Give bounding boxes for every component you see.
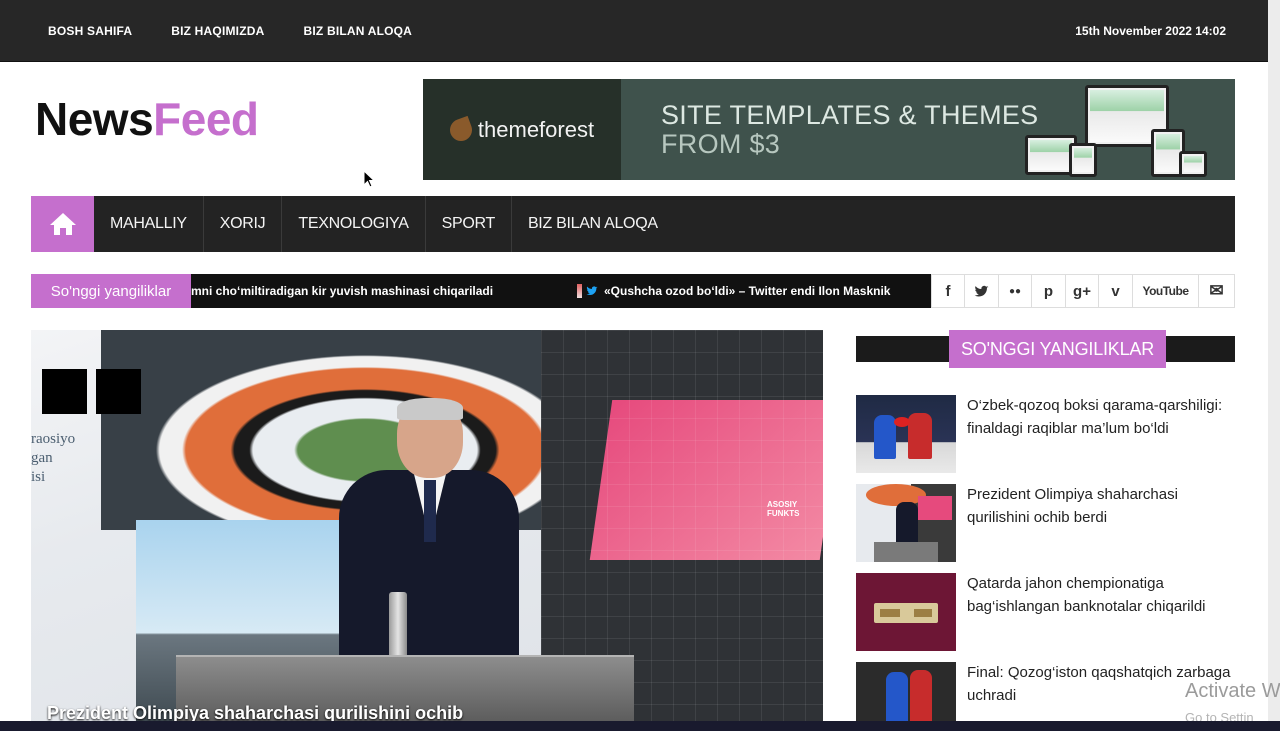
top-bar: BOSH SAHIFA BIZ HAQIMIZDA BIZ BILAN ALOQ… — [0, 0, 1268, 62]
hero-side-text: raosiyo gan isi — [31, 430, 75, 487]
hero-side-text-line: isi — [31, 469, 46, 485]
sidebar-header: SO'NGGI YANGILIKLAR — [856, 330, 1235, 368]
logo-part-feed: Feed — [153, 93, 259, 145]
nav-item-sport[interactable]: SPORT — [426, 196, 512, 252]
window-edge — [1268, 0, 1280, 731]
hero-featured-article[interactable]: ASOSIY FUNKTS raosiyo gan isi Prezident … — [31, 330, 823, 725]
page: BOSH SAHIFA BIZ HAQIMIZDA BIZ BILAN ALOQ… — [0, 0, 1280, 731]
vimeo-icon[interactable]: v — [1099, 275, 1133, 307]
nav-item-contact[interactable]: BIZ BILAN ALOQA — [512, 196, 674, 252]
news-thumbnail-boxing[interactable] — [856, 395, 956, 473]
site-logo[interactable]: NewsFeed — [35, 92, 259, 146]
top-link-contact[interactable]: BIZ BILAN ALOQA — [303, 24, 412, 38]
hero-side-text-line: gan — [31, 450, 53, 466]
nav-item-texnologiya[interactable]: TEXNOLOGIYA — [282, 196, 426, 252]
youtube-icon[interactable]: YouTube — [1133, 275, 1199, 307]
pinterest-icon[interactable]: p — [1032, 275, 1066, 307]
windows-activation-watermark: Activate W Go to Settin — [1185, 680, 1280, 725]
flag-icon — [577, 284, 582, 298]
date-time: 15th November 2022 14:02 — [1075, 24, 1226, 38]
device-phone — [1069, 143, 1097, 177]
news-thumbnail-olympic[interactable] — [856, 484, 956, 562]
hero-side-text-line: raosiyo — [31, 431, 76, 447]
news-title[interactable]: Qatarda jahon chempionatiga bag‘ishlanga… — [967, 573, 1235, 618]
mouse-cursor-icon — [363, 170, 375, 188]
sidebar-news-item[interactable]: Final: Qozog‘iston qaqshatqich zarbaga u… — [856, 662, 1235, 722]
watermark-title: Activate W — [1185, 680, 1280, 702]
device-phone-2 — [1179, 151, 1207, 177]
news-thumbnail-boxing-final[interactable] — [856, 662, 956, 722]
banner-headline-text: SITE TEMPLATES & THEMES — [661, 100, 1039, 130]
logo-part-news: News — [35, 93, 154, 145]
top-link-home[interactable]: BOSH SAHIFA — [48, 24, 132, 38]
taskbar-strip — [0, 721, 1280, 731]
ad-banner[interactable]: themeforest SITE TEMPLATES & THEMES FROM… — [423, 79, 1235, 180]
twitter-bird-icon — [586, 286, 598, 296]
ticker-label: So'nggi yangiliklar — [31, 274, 191, 308]
banner-brand-name: themeforest — [477, 116, 595, 142]
twitter-icon[interactable] — [965, 275, 999, 307]
ticker-message[interactable]: mni cho‘miltiradigan kir yuvish mashinas… — [191, 274, 493, 308]
ticker-message-2-text: «Qushcha ozod bo‘ldi» – Twitter endi Ilo… — [604, 284, 891, 298]
nav-item-xorij[interactable]: XORIJ — [204, 196, 283, 252]
news-title[interactable]: O‘zbek-qozoq boksi qarama-qarshiligi: fi… — [967, 395, 1235, 440]
news-title[interactable]: Prezident Olimpiya shaharchasi qurilishi… — [967, 484, 1235, 529]
sidebar-heading: SO'NGGI YANGILIKLAR — [949, 330, 1167, 368]
nav-item-mahalliy[interactable]: MAHALLIY — [94, 196, 204, 252]
banner-subline: FROM $3 — [661, 129, 781, 159]
hero-sign-text: ASOSIY FUNKTS — [767, 500, 800, 518]
top-link-about[interactable]: BIZ HAQIMIZDA — [171, 24, 264, 38]
banner-headline: SITE TEMPLATES & THEMES FROM $3 — [661, 101, 1039, 159]
facebook-icon[interactable]: f — [932, 275, 965, 307]
flickr-icon[interactable]: ●● — [999, 275, 1032, 307]
googleplus-icon[interactable]: g+ — [1066, 275, 1099, 307]
themeforest-leaf-icon — [446, 115, 476, 144]
sidebar-news-item[interactable]: O‘zbek-qozoq boksi qarama-qarshiligi: fi… — [856, 395, 1235, 475]
main-nav: MAHALLIY XORIJ TEXNOLOGIYA SPORT BIZ BIL… — [31, 196, 1235, 252]
top-links: BOSH SAHIFA BIZ HAQIMIZDA BIZ BILAN ALOQ… — [48, 0, 412, 62]
banner-devices-image — [1025, 85, 1225, 177]
news-thumbnail-banknotes[interactable] — [856, 573, 956, 651]
home-icon — [49, 213, 76, 235]
social-bar: f ●● p g+ v YouTube ✉ — [931, 274, 1235, 308]
sidebar-news-item[interactable]: Qatarda jahon chempionatiga bag‘ishlanga… — [856, 573, 1235, 653]
ticker-message-2[interactable]: «Qushcha ozod bo‘ldi» – Twitter endi Ilo… — [577, 274, 890, 308]
news-ticker: So'nggi yangiliklar mni cho‘miltiradigan… — [31, 274, 931, 308]
sidebar-news-item[interactable]: Prezident Olimpiya shaharchasi qurilishi… — [856, 484, 1235, 564]
redaction-blocks — [42, 369, 141, 414]
mail-icon[interactable]: ✉ — [1199, 275, 1234, 307]
nav-home-button[interactable] — [31, 196, 94, 252]
banner-brand: themeforest — [423, 79, 621, 180]
